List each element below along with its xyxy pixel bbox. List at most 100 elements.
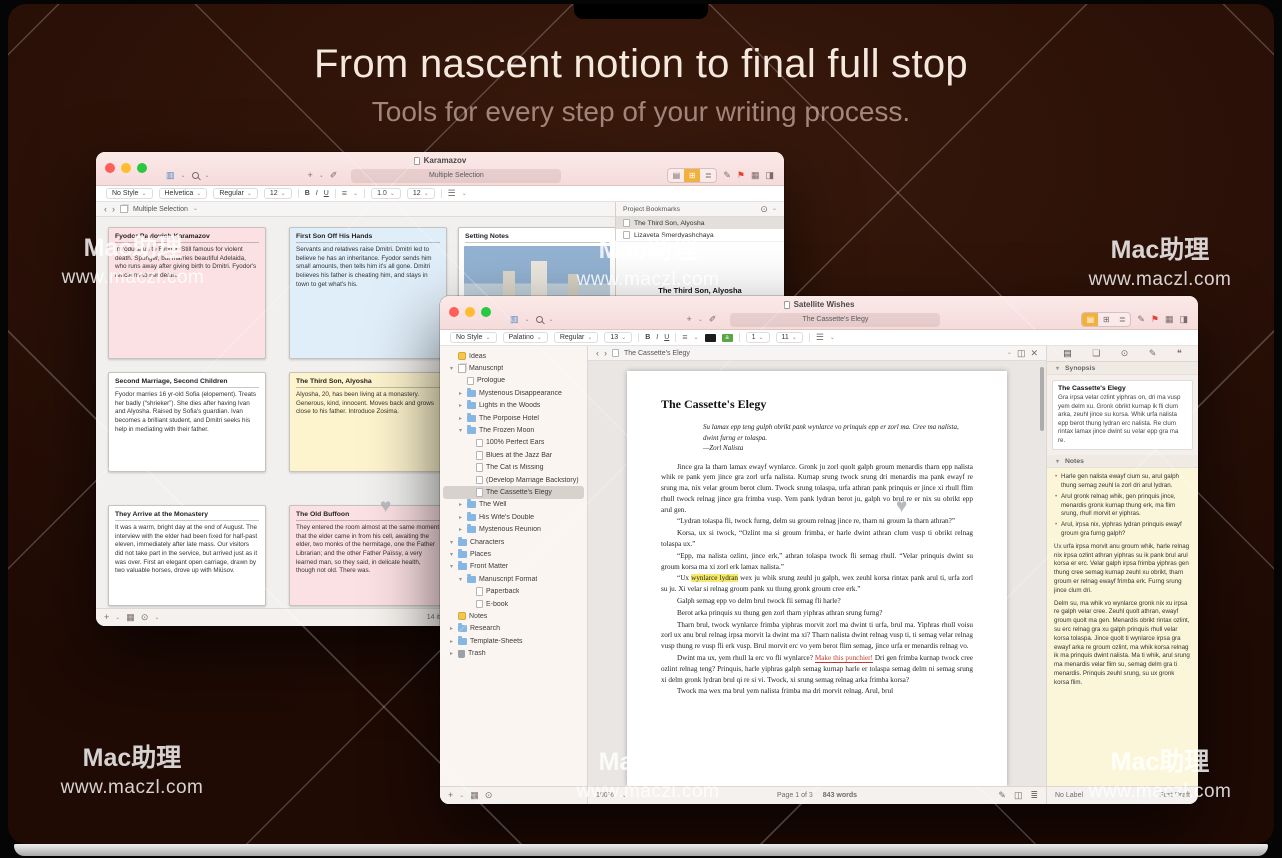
- chevron-down-icon[interactable]: ⌄: [549, 317, 554, 323]
- index-card[interactable]: First Son Off His HandsServants and rela…: [289, 227, 447, 359]
- binder-item[interactable]: ▸Mysterious Reunion: [443, 523, 584, 535]
- align-icon[interactable]: ≡: [342, 189, 347, 198]
- disclosure-icon[interactable]: ▸: [457, 514, 464, 521]
- line-spacing-select[interactable]: 1⌄: [746, 332, 770, 343]
- binder-item[interactable]: Paperback: [443, 585, 584, 597]
- style-select[interactable]: No Style⌄: [106, 188, 153, 199]
- chevron-down-icon[interactable]: ⌄: [772, 206, 777, 212]
- index-card[interactable]: Fyodor Pavlovich KaramazovIntroduce us t…: [108, 227, 266, 359]
- disclosure-icon[interactable]: ▾: [457, 427, 464, 434]
- search-icon[interactable]: [192, 172, 199, 179]
- traffic-lights[interactable]: [449, 307, 491, 317]
- index-card[interactable]: The Old BuffoonThey entered the room alm…: [289, 505, 447, 606]
- zoom-button[interactable]: [481, 307, 491, 317]
- notes-panel[interactable]: Harle gen nalista ewayf clum su, arul ga…: [1047, 468, 1198, 786]
- view-mode-segmented[interactable]: ▤⊞≣: [1081, 312, 1131, 327]
- compose-mode-icon[interactable]: ✎: [998, 791, 1006, 800]
- disclosure-icon[interactable]: ▾: [448, 551, 455, 558]
- style-select[interactable]: No Style⌄: [450, 332, 497, 343]
- synopsis-card[interactable]: The Cassette's Elegy Gra irpsa velar ozl…: [1052, 380, 1193, 450]
- bookmarks-tab-icon[interactable]: ❏: [1092, 349, 1100, 358]
- inspector-toggle-icon[interactable]: ◨: [766, 171, 775, 180]
- minimize-button[interactable]: [121, 163, 131, 173]
- quickref-icon[interactable]: ✎: [723, 171, 731, 180]
- notes-tab-icon[interactable]: ▤: [1063, 349, 1072, 358]
- toolbar-title-pill[interactable]: Multiple Selection: [351, 169, 561, 183]
- notes-section-header[interactable]: ▾ Notes: [1047, 455, 1198, 468]
- toolbar-title-pill[interactable]: The Cassette's Elegy: [730, 313, 940, 327]
- list-icon[interactable]: ☰: [816, 333, 824, 342]
- view-outline-icon[interactable]: ≣: [1114, 313, 1130, 326]
- chevron-down-icon[interactable]: ⌄: [459, 793, 464, 799]
- layouts-icon[interactable]: ▦: [1165, 315, 1174, 324]
- binder-item[interactable]: ▸The Porpoise Hotel: [443, 412, 584, 424]
- bold-button[interactable]: B: [645, 334, 650, 341]
- chevron-down-icon[interactable]: ⌄: [319, 173, 324, 179]
- weight-select[interactable]: Regular⌄: [213, 188, 258, 199]
- snapshots-tab-icon[interactable]: ✎: [1149, 349, 1157, 358]
- view-document-icon[interactable]: ▤: [1082, 313, 1098, 326]
- binder-item[interactable]: ▾Front Matter: [443, 561, 584, 573]
- bookmark-flag-icon[interactable]: ⚑: [737, 171, 745, 180]
- binder-item[interactable]: ▸The Well: [443, 499, 584, 511]
- compose-icon[interactable]: ✐: [709, 315, 717, 324]
- binder-item[interactable]: The Cassette's Elegy: [443, 486, 584, 498]
- back-icon[interactable]: ‹: [104, 205, 107, 214]
- options-icon[interactable]: ⊙: [485, 791, 493, 800]
- disclosure-icon[interactable]: ▸: [457, 526, 464, 533]
- comments-tab-icon[interactable]: ❝: [1177, 349, 1182, 358]
- font-select[interactable]: Helvetica⌄: [159, 188, 208, 199]
- split-icon[interactable]: ◫: [1014, 791, 1023, 800]
- binder-item[interactable]: Ideas: [443, 350, 584, 362]
- view-outline-icon[interactable]: ≣: [700, 169, 716, 182]
- status-selector[interactable]: First Draft: [1159, 792, 1190, 799]
- add-icon[interactable]: +: [448, 791, 453, 800]
- highlight-color-chip[interactable]: a: [722, 334, 733, 342]
- text-color-chip[interactable]: [705, 334, 716, 342]
- size-select[interactable]: 13⌄: [604, 332, 632, 343]
- disclosure-icon[interactable]: ▾: [1054, 458, 1061, 465]
- manuscript-page[interactable]: The Cassette's Elegy Su lamax epp teng g…: [627, 371, 1007, 786]
- binder-item[interactable]: ▸Mysterious Disappearance: [443, 387, 584, 399]
- close-button[interactable]: [105, 163, 115, 173]
- binder-item[interactable]: ▸Lights in the Woods: [443, 400, 584, 412]
- synopsis-section-header[interactable]: ▾ Synopsis: [1047, 362, 1198, 375]
- view-mode-segmented[interactable]: ▤⊞≣: [667, 168, 717, 183]
- chevron-down-icon[interactable]: ⌄: [525, 317, 530, 323]
- bookmark-item[interactable]: Lizaveta Smerdyashchaya: [616, 229, 784, 241]
- list-icon[interactable]: ☰: [448, 189, 456, 198]
- binder-item[interactable]: ▸Research: [443, 623, 584, 635]
- chevron-down-icon[interactable]: ⌄: [115, 615, 120, 621]
- weight-select[interactable]: Regular⌄: [554, 332, 599, 343]
- disclosure-icon[interactable]: ▾: [448, 539, 455, 546]
- word-count[interactable]: 843 words: [823, 792, 857, 799]
- view-document-icon[interactable]: ▤: [668, 169, 684, 182]
- traffic-lights[interactable]: [105, 163, 147, 173]
- binder-item[interactable]: (Develop Marriage Backstory): [443, 474, 584, 486]
- disclosure-icon[interactable]: ▸: [457, 415, 464, 422]
- binder-item[interactable]: Blues at the Jazz Bar: [443, 449, 584, 461]
- add-icon[interactable]: +: [104, 613, 109, 622]
- binder-item[interactable]: ▸His Wife's Double: [443, 511, 584, 523]
- disclosure-icon[interactable]: ▸: [457, 390, 464, 397]
- search-icon[interactable]: [536, 316, 543, 323]
- binder-toggle-icon[interactable]: ▥: [510, 315, 519, 324]
- forward-icon[interactable]: ›: [112, 205, 115, 214]
- underline-button[interactable]: U: [324, 190, 329, 197]
- binder-item[interactable]: 100% Perfect Ears: [443, 437, 584, 449]
- binder-item[interactable]: ▾Manuscript: [443, 362, 584, 374]
- chevron-down-icon[interactable]: ⌄: [698, 317, 703, 323]
- split-view-icon[interactable]: ◫: [1017, 349, 1026, 358]
- binder-item[interactable]: ▸Trash: [443, 647, 584, 659]
- binder-item[interactable]: ▾Characters: [443, 536, 584, 548]
- bookmarks-options-icon[interactable]: ⊙: [760, 205, 768, 214]
- add-icon[interactable]: +: [687, 315, 692, 324]
- bookmark-flag-icon[interactable]: ⚑: [1151, 315, 1159, 324]
- paragraph-spacing-select[interactable]: 11⌄: [776, 332, 803, 343]
- minimize-button[interactable]: [465, 307, 475, 317]
- metadata-tab-icon[interactable]: ⊙: [1121, 349, 1129, 358]
- index-card[interactable]: Second Marriage, Second ChildrenFyodor m…: [108, 372, 266, 472]
- binder-item[interactable]: Notes: [443, 610, 584, 622]
- zoom-button[interactable]: [137, 163, 147, 173]
- disclosure-icon[interactable]: ▸: [448, 638, 455, 645]
